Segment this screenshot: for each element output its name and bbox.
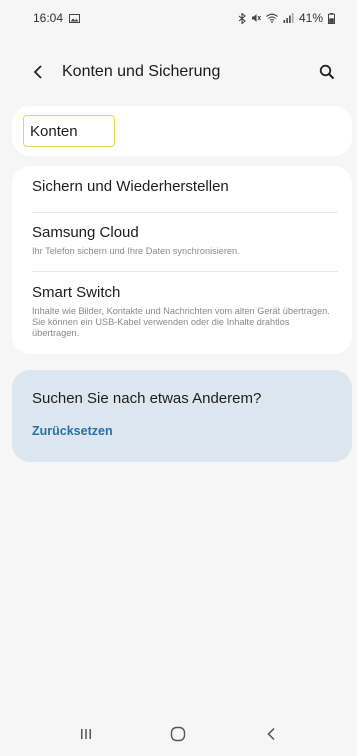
status-time: 16:04 [33, 11, 64, 25]
app-bar: Konten und Sicherung [0, 52, 357, 92]
recent-apps-icon[interactable] [66, 719, 106, 749]
konten-card: Konten [12, 106, 352, 156]
konten-item[interactable]: Konten [23, 115, 115, 147]
screen: 16:04 41% Konten und Sicherung Konten Si… [0, 0, 357, 756]
list-item-backup-restore[interactable]: Sichern und Wiederherstellen [32, 178, 338, 196]
navigation-bar [0, 712, 357, 756]
mute-icon [251, 13, 261, 23]
list-item-samsung-cloud[interactable]: Samsung Cloud Ihr Telefon sichern und Ih… [32, 224, 338, 257]
wifi-icon [266, 13, 278, 23]
divider [32, 212, 338, 213]
list-item-subtitle: Inhalte wie Bilder, Kontakte und Nachric… [32, 306, 330, 338]
battery-icon [328, 12, 335, 24]
list-item-title: Smart Switch [32, 284, 121, 301]
search-icon[interactable] [315, 60, 339, 84]
signal-icon [283, 13, 294, 23]
list-item-title: Sichern und Wiederherstellen [32, 178, 229, 195]
divider [32, 271, 338, 272]
status-bar: 16:04 41% [0, 0, 357, 36]
gallery-notification-icon [69, 13, 81, 23]
status-left: 16:04 [33, 11, 81, 25]
bluetooth-icon [238, 12, 246, 24]
reset-link[interactable]: Zurücksetzen [32, 424, 113, 438]
list-item-smart-switch[interactable]: Smart Switch Inhalte wie Bilder, Kontakt… [32, 284, 338, 339]
home-icon[interactable] [158, 719, 198, 749]
suggestion-card: Suchen Sie nach etwas Anderem? Zurückset… [12, 370, 352, 462]
back-icon[interactable] [251, 719, 291, 749]
suggestion-title: Suchen Sie nach etwas Anderem? [32, 390, 262, 407]
status-right: 41% [238, 11, 335, 25]
list-item-title: Samsung Cloud [32, 224, 139, 241]
page-title: Konten und Sicherung [62, 63, 221, 80]
list-item-subtitle: Ihr Telefon sichern und Ihre Daten synch… [32, 246, 240, 256]
status-battery-text: 41% [298, 11, 323, 25]
backup-settings-card: Sichern und Wiederherstellen Samsung Clo… [12, 166, 352, 354]
back-arrow-icon[interactable] [26, 60, 50, 84]
